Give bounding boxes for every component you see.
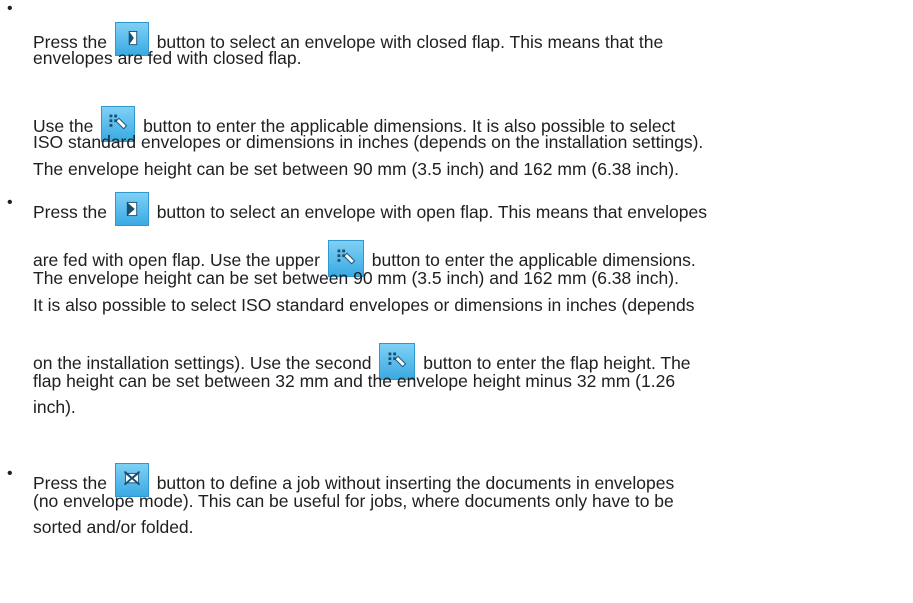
b1-line-4: ISO standard envelopes or dimensions in …	[33, 132, 704, 152]
b2-line-6: flap height can be set between 32 mm and…	[33, 371, 676, 391]
b2-line-7: inch).	[33, 397, 76, 417]
bullet-3	[7, 469, 16, 478]
bullet-2	[7, 198, 16, 207]
b1-line-2: envelopes are fed with closed flap.	[33, 48, 302, 68]
b1-line-5: The envelope height can be set between 9…	[33, 159, 679, 179]
bullet-1	[7, 4, 16, 13]
b2-line-4: It is also possible to select ISO standa…	[33, 295, 695, 315]
b2-line-1: Press the button to select an envelope w…	[33, 192, 707, 226]
b3-line-3: sorted and/or folded.	[33, 517, 194, 537]
b3-line-2: (no envelope mode). This can be useful f…	[33, 491, 674, 511]
b2-line-3: The envelope height can be set between 9…	[33, 268, 679, 288]
document-page: Press the button to select an envelope w…	[0, 0, 913, 603]
open-flap-envelope-icon	[114, 192, 149, 226]
